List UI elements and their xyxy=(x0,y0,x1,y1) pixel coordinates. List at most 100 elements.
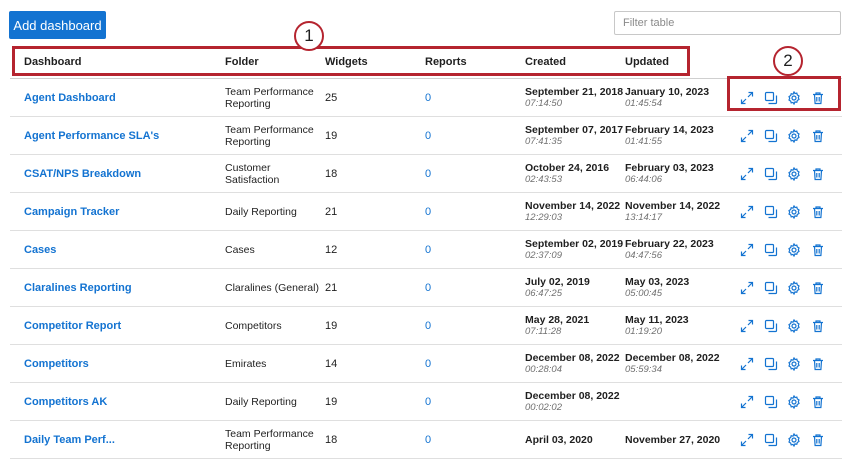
reports-count-link[interactable]: 0 xyxy=(425,206,485,218)
dashboard-name-link[interactable]: Claralines Reporting xyxy=(24,282,214,294)
created-time: 02:43:53 xyxy=(525,174,562,185)
reports-cell: 0 xyxy=(425,421,485,458)
reports-count-link[interactable]: 0 xyxy=(425,320,485,332)
expand-icon[interactable] xyxy=(739,280,755,296)
header-updated[interactable]: Updated xyxy=(625,45,725,78)
copy-icon[interactable] xyxy=(763,394,779,410)
gear-icon[interactable] xyxy=(787,204,803,220)
created-time: 00:02:02 xyxy=(525,402,562,413)
filter-table-input[interactable] xyxy=(614,11,841,35)
expand-icon[interactable] xyxy=(739,356,755,372)
add-dashboard-button[interactable]: Add dashboard xyxy=(9,11,106,39)
expand-icon[interactable] xyxy=(739,318,755,334)
updated-date: February 22, 2023 xyxy=(625,238,714,250)
trash-icon[interactable] xyxy=(810,204,826,220)
created-date: December 08, 2022 xyxy=(525,352,620,364)
reports-cell: 0 xyxy=(425,155,485,192)
updated-time: 13:14:17 xyxy=(625,212,662,223)
gear-icon[interactable] xyxy=(787,394,803,410)
reports-cell: 0 xyxy=(425,231,485,268)
trash-icon[interactable] xyxy=(810,394,826,410)
reports-count-link[interactable]: 0 xyxy=(425,358,485,370)
trash-icon[interactable] xyxy=(810,90,826,106)
table-row: Competitors Emirates 14 0 December 08, 2022 0… xyxy=(10,345,842,383)
copy-icon[interactable] xyxy=(763,166,779,182)
reports-cell: 0 xyxy=(425,79,485,116)
reports-count-link[interactable]: 0 xyxy=(425,168,485,180)
gear-icon[interactable] xyxy=(787,280,803,296)
dashboard-name-link[interactable]: CSAT/NPS Breakdown xyxy=(24,168,214,180)
trash-icon[interactable] xyxy=(810,128,826,144)
row-actions xyxy=(739,307,834,344)
expand-icon[interactable] xyxy=(739,166,755,182)
widgets-cell: 19 xyxy=(325,307,385,344)
expand-icon[interactable] xyxy=(739,128,755,144)
expand-icon[interactable] xyxy=(739,90,755,106)
expand-icon[interactable] xyxy=(739,204,755,220)
copy-icon[interactable] xyxy=(763,432,779,448)
trash-icon[interactable] xyxy=(810,318,826,334)
reports-count-link[interactable]: 0 xyxy=(425,244,485,256)
folder-name: Team Performance Reporting xyxy=(225,85,314,110)
created-time: 07:14:50 xyxy=(525,98,562,109)
reports-count-link[interactable]: 0 xyxy=(425,434,485,446)
dashboard-name-link[interactable]: Competitor Report xyxy=(24,320,214,332)
folder-cell: Team Performance Reporting xyxy=(225,421,320,458)
gear-icon[interactable] xyxy=(787,318,803,334)
header-reports[interactable]: Reports xyxy=(425,45,485,78)
table-header: Dashboard Folder Widgets Reports Created… xyxy=(10,45,842,79)
copy-icon[interactable] xyxy=(763,204,779,220)
copy-icon[interactable] xyxy=(763,318,779,334)
expand-icon[interactable] xyxy=(739,394,755,410)
gear-icon[interactable] xyxy=(787,166,803,182)
widgets-cell: 12 xyxy=(325,231,385,268)
dashboard-name-link[interactable]: Campaign Tracker xyxy=(24,206,214,218)
reports-count-link[interactable]: 0 xyxy=(425,92,485,104)
trash-icon[interactable] xyxy=(810,166,826,182)
reports-count-link[interactable]: 0 xyxy=(425,130,485,142)
widgets-count: 19 xyxy=(325,129,338,142)
reports-cell: 0 xyxy=(425,383,485,420)
dashboard-name-link[interactable]: Competitors xyxy=(24,358,214,370)
copy-icon[interactable] xyxy=(763,242,779,258)
gear-icon[interactable] xyxy=(787,432,803,448)
created-date: September 21, 2018 xyxy=(525,86,624,98)
copy-icon[interactable] xyxy=(763,90,779,106)
header-widgets[interactable]: Widgets xyxy=(325,45,385,78)
created-date: October 24, 2016 xyxy=(525,162,610,174)
copy-icon[interactable] xyxy=(763,128,779,144)
gear-icon[interactable] xyxy=(787,128,803,144)
table-row: Competitor Report Competitors 19 0 May 28, 2… xyxy=(10,307,842,345)
dashboard-cell: Agent Dashboard xyxy=(24,79,214,116)
created-time: 07:11:28 xyxy=(525,326,562,337)
header-created[interactable]: Created xyxy=(525,45,625,78)
dashboard-name-link[interactable]: Agent Dashboard xyxy=(24,92,214,104)
created-time: 12:29:03 xyxy=(525,212,562,223)
gear-icon[interactable] xyxy=(787,90,803,106)
trash-icon[interactable] xyxy=(810,356,826,372)
gear-icon[interactable] xyxy=(787,242,803,258)
copy-icon[interactable] xyxy=(763,356,779,372)
dashboard-name-link[interactable]: Competitors AK xyxy=(24,396,214,408)
created-date: September 07, 2017 xyxy=(525,124,624,136)
table-row: Cases Cases 12 0 September 02, 2019 02:37:09 F… xyxy=(10,231,842,269)
updated-cell: November 14, 2022 13:14:17 xyxy=(625,193,725,230)
trash-icon[interactable] xyxy=(810,242,826,258)
expand-icon[interactable] xyxy=(739,242,755,258)
expand-icon[interactable] xyxy=(739,432,755,448)
trash-icon[interactable] xyxy=(810,432,826,448)
folder-cell: Team Performance Reporting xyxy=(225,79,320,116)
header-dashboard[interactable]: Dashboard xyxy=(24,45,214,78)
updated-date: February 03, 2023 xyxy=(625,162,714,174)
gear-icon[interactable] xyxy=(787,356,803,372)
reports-count-link[interactable]: 0 xyxy=(425,396,485,408)
trash-icon[interactable] xyxy=(810,280,826,296)
dashboard-name-link[interactable]: Daily Team Perf... xyxy=(24,434,214,446)
copy-icon[interactable] xyxy=(763,280,779,296)
reports-count-link[interactable]: 0 xyxy=(425,282,485,294)
dashboard-name-link[interactable]: Agent Performance SLA's xyxy=(24,130,214,142)
dashboard-name-link[interactable]: Cases xyxy=(24,244,214,256)
row-actions xyxy=(739,421,834,458)
updated-date: December 08, 2022 xyxy=(625,352,720,364)
header-folder[interactable]: Folder xyxy=(225,45,320,78)
